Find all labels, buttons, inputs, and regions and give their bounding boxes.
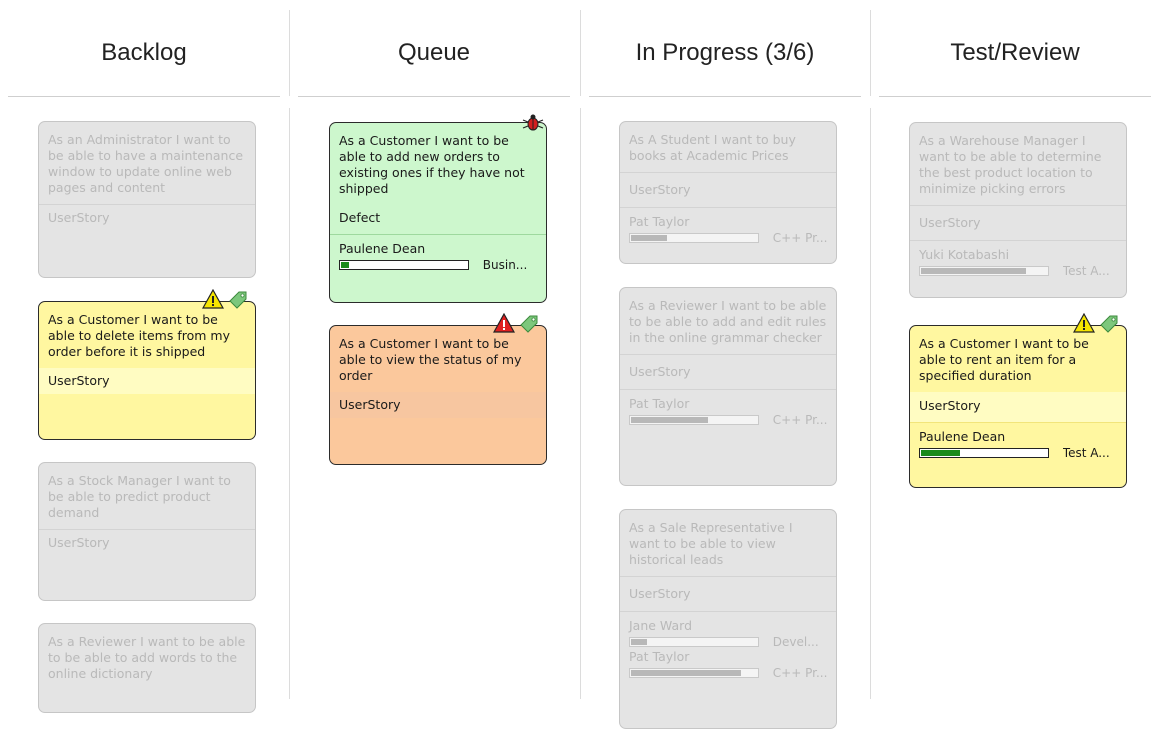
kanban-card[interactable]: As a Stock Manager I want to be able to … — [38, 462, 256, 601]
resource-name: Pat Taylor — [629, 214, 690, 229]
warning-icon — [1073, 313, 1095, 333]
kanban-card[interactable]: As a Customer I want to be able to add n… — [329, 114, 547, 303]
progress-bar — [629, 637, 759, 647]
column-divider — [289, 10, 290, 96]
card-type: UserStory — [620, 172, 836, 207]
column-title: Queue — [397, 39, 471, 66]
progress-row: Test A... — [919, 264, 1117, 278]
tag-icon — [1100, 315, 1118, 333]
card-title: As a Customer I want to be able to add n… — [339, 133, 525, 196]
progress-bar — [629, 668, 759, 678]
card-resource: Paulene Dean Busin... — [330, 234, 546, 278]
card-type: UserStory — [620, 576, 836, 611]
resource-name: Yuki Kotabashi — [919, 247, 1010, 262]
error-icon — [493, 313, 515, 333]
progress-bar — [339, 260, 469, 270]
card-type: UserStory — [39, 204, 255, 231]
resource-name: Pat Taylor — [629, 649, 690, 664]
card-icons — [493, 313, 540, 333]
progress-fill — [631, 639, 647, 645]
card-resource: Yuki Kotabashi Test A... — [910, 240, 1126, 284]
card-title: As a Customer I want to be able to delet… — [48, 312, 230, 359]
kanban-card[interactable]: As a Reviewer I want to be able to be ab… — [619, 287, 837, 486]
progress-row: C++ Pr... — [629, 413, 827, 427]
column-title: Backlog — [101, 39, 187, 66]
card-title: As A Student I want to buy books at Acad… — [629, 132, 796, 163]
column-divider — [580, 108, 581, 699]
card-title: As a Customer I want to be able to view … — [339, 336, 522, 383]
progress-fill — [631, 235, 668, 241]
progress-bar — [919, 266, 1049, 276]
kanban-card[interactable]: As a Reviewer I want to be able to be ab… — [38, 623, 256, 713]
kanban-card[interactable]: As A Student I want to buy books at Acad… — [619, 121, 837, 264]
card-type: UserStory — [330, 392, 546, 418]
progress-row: C++ Pr... — [629, 666, 827, 680]
kanban-card[interactable]: As a Warehouse Manager I want to be able… — [909, 122, 1127, 298]
card-type: UserStory — [39, 368, 255, 394]
card-title: As a Reviewer I want to be able to be ab… — [48, 634, 246, 681]
card-title: As a Stock Manager I want to be able to … — [48, 473, 231, 520]
column-divider — [870, 108, 871, 699]
progress-row: Devel... — [629, 635, 827, 649]
card-title: As a Reviewer I want to be able to be ab… — [629, 298, 827, 345]
progress-fill — [921, 450, 960, 456]
progress-bar — [629, 415, 759, 425]
tag-icon — [520, 315, 538, 333]
progress-fill — [341, 262, 350, 268]
resource-role: Test A... — [1062, 446, 1110, 460]
progress-bar — [629, 233, 759, 243]
tag-icon — [229, 291, 247, 309]
card-icons — [1073, 313, 1120, 333]
resource-role: Busin... — [482, 258, 528, 272]
column-divider — [289, 108, 290, 699]
resource-name: Paulene Dean — [919, 429, 1006, 444]
warning-icon — [202, 289, 224, 309]
card-type: Defect — [339, 210, 381, 225]
column-header-backlog: Backlog — [8, 10, 280, 97]
column-divider — [870, 10, 871, 96]
progress-row: Busin... — [339, 258, 537, 272]
column-divider — [580, 10, 581, 96]
card-title: As a Warehouse Manager I want to be able… — [919, 133, 1102, 196]
card-type: UserStory — [620, 354, 836, 389]
resource-name: Paulene Dean — [339, 241, 426, 256]
progress-bar — [919, 448, 1049, 458]
progress-row: Test A... — [919, 446, 1117, 460]
card-icons — [202, 289, 249, 309]
column-header-queue: Queue — [298, 10, 570, 97]
card-resource: Pat Taylor C++ Pr... — [620, 207, 836, 251]
card-resource: Pat Taylor C++ Pr... — [620, 389, 836, 433]
resource-role: C++ Pr... — [772, 231, 827, 245]
kanban-card[interactable]: As a Customer I want to be able to view … — [329, 313, 547, 465]
kanban-card[interactable]: As a Sale Representative I want to be ab… — [619, 509, 837, 729]
card-type: UserStory — [39, 529, 255, 556]
column-title: Test/Review — [950, 39, 1080, 66]
card-title: As a Customer I want to be able to rent … — [919, 336, 1089, 383]
column-header-in-progress: In Progress (3/6) — [589, 10, 861, 97]
resource-name: Jane Ward — [629, 618, 693, 633]
card-type: UserStory — [910, 205, 1126, 240]
card-title: As an Administrator I want to be able to… — [48, 132, 244, 195]
bug-icon — [522, 114, 544, 131]
resource-role: C++ Pr... — [772, 413, 827, 427]
card-icons — [522, 113, 544, 133]
card-title: As a Sale Representative I want to be ab… — [629, 520, 793, 567]
kanban-card[interactable]: As an Administrator I want to be able to… — [38, 121, 256, 278]
kanban-card[interactable]: As a Customer I want to be able to rent … — [909, 313, 1127, 488]
resource-role: Devel... — [772, 635, 819, 649]
progress-fill — [631, 670, 742, 676]
card-resource: Jane Ward Devel... Pat Taylor C++ Pr... — [620, 611, 836, 686]
resource-role: Test A... — [1062, 264, 1110, 278]
progress-fill — [921, 268, 1027, 274]
column-title: In Progress (3/6) — [635, 39, 815, 66]
progress-fill — [631, 417, 709, 423]
kanban-card[interactable]: As a Customer I want to be able to delet… — [38, 289, 256, 440]
resource-role: C++ Pr... — [772, 666, 827, 680]
column-header-test-review: Test/Review — [879, 10, 1151, 97]
resource-name: Pat Taylor — [629, 396, 690, 411]
progress-row: C++ Pr... — [629, 231, 827, 245]
card-resource: Paulene Dean Test A... — [910, 422, 1126, 466]
card-type: UserStory — [910, 392, 1126, 422]
